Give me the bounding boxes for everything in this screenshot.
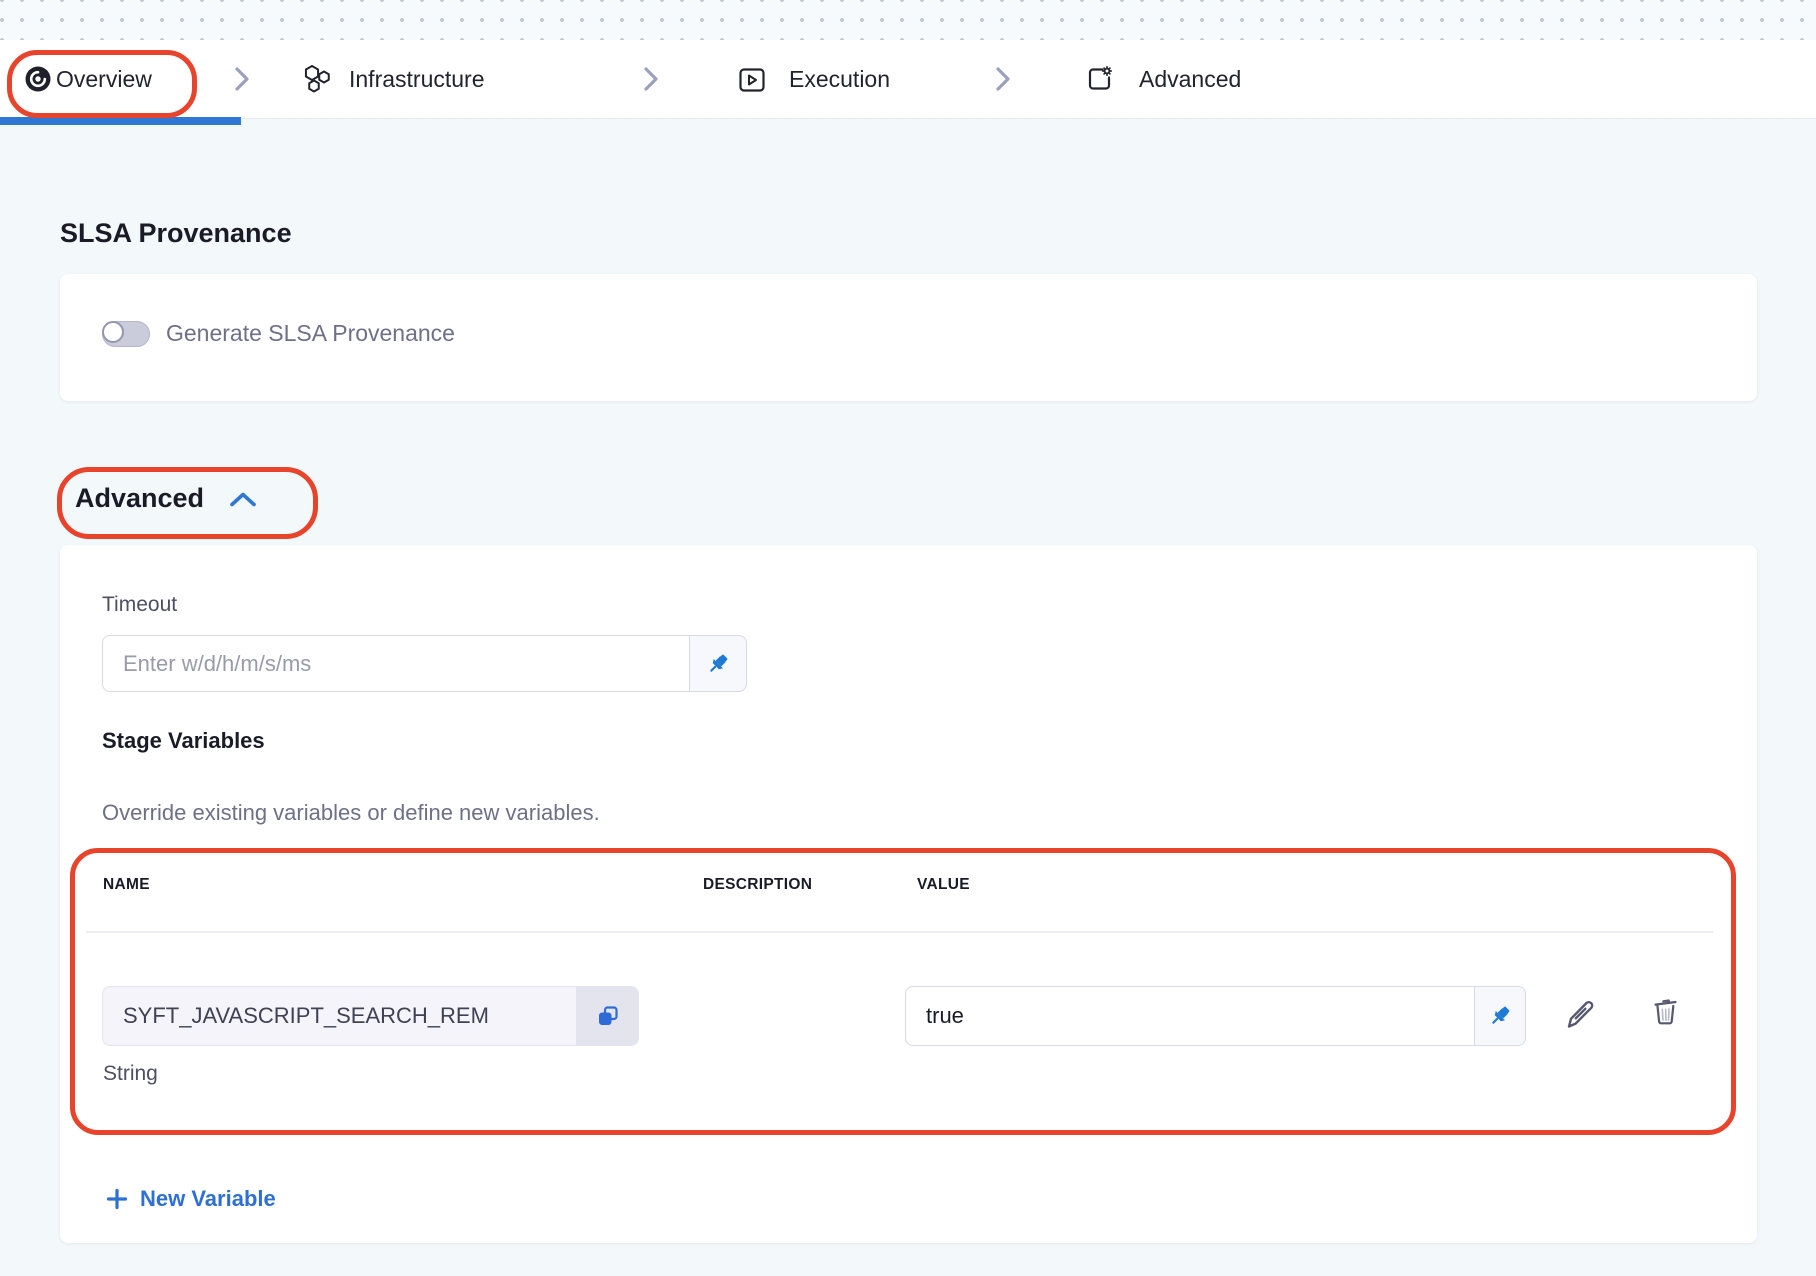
dotted-canvas-strip: [0, 0, 1816, 40]
copy-icon: [595, 1003, 621, 1029]
edit-variable-button[interactable]: [1560, 995, 1600, 1038]
chevron-up-icon: [228, 489, 258, 509]
column-header-description: DESCRIPTION: [703, 876, 812, 894]
pencil-icon: [1560, 995, 1600, 1035]
pin-icon: [1487, 1003, 1513, 1029]
trash-icon: [1646, 993, 1686, 1033]
copy-variable-button[interactable]: [576, 986, 639, 1046]
tab-infrastructure-label: Infrastructure: [349, 66, 485, 93]
tab-overview-label: Overview: [56, 66, 152, 93]
timeout-input-group: [102, 635, 747, 692]
pin-icon: [705, 651, 731, 677]
value-pin-button[interactable]: [1474, 986, 1526, 1046]
variable-value-group: [905, 986, 1526, 1046]
tab-separator-chevron-icon: [234, 66, 250, 92]
advanced-gear-icon: [1085, 64, 1115, 94]
tab-advanced-label: Advanced: [1139, 66, 1241, 93]
column-header-name: NAME: [103, 876, 150, 894]
delete-variable-button[interactable]: [1646, 993, 1686, 1036]
stage-variables-heading: Stage Variables: [102, 728, 265, 754]
slsa-provenance-heading: SLSA Provenance: [60, 218, 292, 249]
advanced-section-toggle[interactable]: Advanced: [75, 483, 258, 514]
generate-slsa-toggle[interactable]: [102, 321, 150, 347]
stage-tabbar: Overview Infrastructure Execution: [0, 40, 1816, 119]
overview-icon: [24, 65, 52, 93]
variable-name-group: [102, 986, 639, 1046]
variable-value-input[interactable]: [905, 986, 1474, 1046]
stage-variables-description: Override existing variables or define ne…: [102, 800, 600, 826]
execution-icon: [737, 65, 767, 95]
slsa-provenance-card: Generate SLSA Provenance: [60, 274, 1757, 401]
timeout-pin-button[interactable]: [689, 635, 747, 692]
infrastructure-icon: [300, 63, 334, 95]
tab-separator-chevron-icon: [995, 66, 1011, 92]
new-variable-button[interactable]: New Variable: [100, 1185, 282, 1213]
tab-overview[interactable]: Overview: [0, 40, 241, 118]
column-header-value: VALUE: [917, 876, 970, 894]
generate-slsa-toggle-label: Generate SLSA Provenance: [166, 320, 455, 347]
advanced-section-card: Timeout Stage Variables Override existin…: [60, 545, 1757, 1243]
new-variable-label: New Variable: [140, 1186, 276, 1212]
timeout-input[interactable]: [102, 635, 689, 692]
timeout-label: Timeout: [102, 593, 177, 617]
advanced-heading-label: Advanced: [75, 483, 204, 514]
variable-name-input[interactable]: [102, 986, 576, 1046]
tab-advanced[interactable]: Advanced: [1085, 40, 1285, 118]
toggle-knob: [102, 321, 124, 343]
active-tab-underline: [0, 117, 241, 125]
variable-type-label: String: [103, 1062, 158, 1086]
plus-icon: [106, 1188, 128, 1210]
tab-separator-chevron-icon: [643, 66, 659, 92]
table-header-divider: [86, 931, 1713, 933]
tab-execution-label: Execution: [789, 66, 890, 93]
tab-execution[interactable]: Execution: [737, 40, 922, 118]
tab-infrastructure[interactable]: Infrastructure: [300, 40, 510, 118]
